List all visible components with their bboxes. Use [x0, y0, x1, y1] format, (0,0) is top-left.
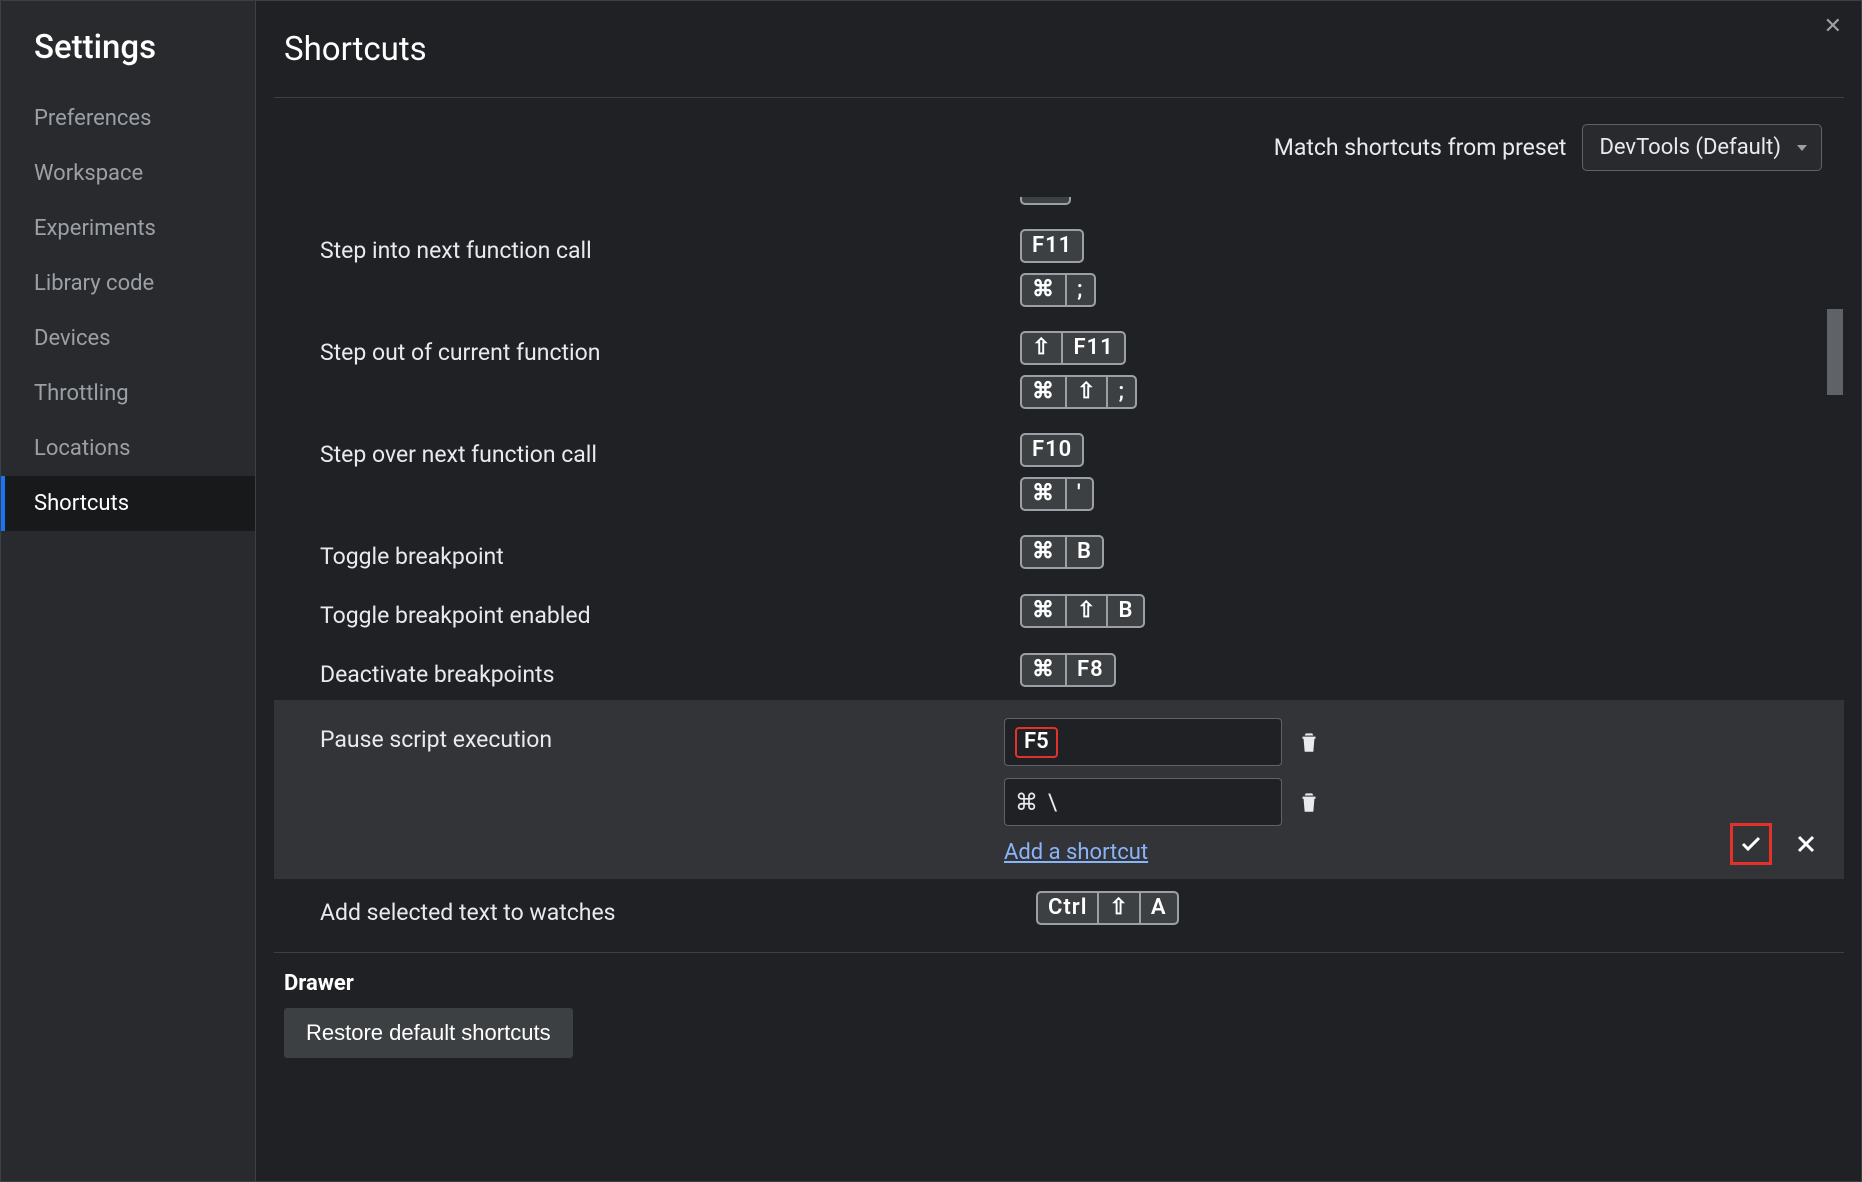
- key: Ctrl: [1036, 891, 1099, 925]
- key: F10: [1020, 433, 1084, 467]
- main-panel: ✕ Shortcuts Match shortcuts from preset …: [256, 0, 1862, 1182]
- check-icon: [1739, 832, 1763, 856]
- section-header: Drawer: [274, 952, 1844, 1004]
- shortcut-label: Step out of current function: [320, 331, 1020, 366]
- shortcut-row-editing: Pause script execution F5 ⌘ \: [274, 700, 1844, 879]
- key: ⌘: [1020, 375, 1067, 409]
- key: F9: [1020, 197, 1071, 205]
- shortcut-label: Toggle breakpoint enabled: [320, 594, 1020, 629]
- key: ⌘: [1020, 653, 1067, 687]
- confirm-button[interactable]: [1730, 823, 1772, 865]
- shortcut-label: Step into next function call: [320, 229, 1020, 264]
- key: F8: [1065, 653, 1116, 687]
- shortcut-label: Toggle breakpoint: [320, 535, 1020, 570]
- preset-row: Match shortcuts from preset DevTools (De…: [256, 98, 1862, 197]
- key: A: [1139, 891, 1179, 925]
- trash-icon[interactable]: [1296, 729, 1322, 755]
- shortcut-list: Step F9 Step into next function call F11…: [274, 197, 1844, 1182]
- key: ': [1065, 477, 1094, 511]
- cancel-button[interactable]: [1790, 828, 1822, 860]
- sidebar-title: Settings: [0, 28, 255, 91]
- key: ⌘: [1020, 594, 1067, 628]
- shortcut-label: Step over next function call: [320, 433, 1020, 468]
- shortcut-input[interactable]: ⌘ \: [1004, 778, 1282, 826]
- shortcut-label: Pause script execution: [320, 718, 1004, 753]
- scrollbar-thumb[interactable]: [1827, 309, 1843, 395]
- key: B: [1065, 535, 1104, 569]
- shortcut-row[interactable]: Step F9: [274, 197, 1844, 217]
- restore-defaults-button[interactable]: Restore default shortcuts: [284, 1008, 573, 1058]
- key-text: ⌘ \: [1015, 789, 1059, 816]
- key: ;: [1106, 375, 1137, 409]
- shortcut-row[interactable]: Step into next function call F11 ⌘;: [274, 217, 1844, 319]
- page-title: Shortcuts: [274, 0, 1844, 98]
- close-icon[interactable]: ✕: [1824, 16, 1842, 38]
- sidebar-item-workspace[interactable]: Workspace: [0, 146, 255, 201]
- shortcut-scroll: Step F9 Step into next function call F11…: [274, 197, 1844, 1182]
- shortcut-row[interactable]: Step out of current function ⇧F11 ⌘⇧;: [274, 319, 1844, 421]
- settings-sidebar: Settings Preferences Workspace Experimen…: [0, 0, 256, 1182]
- sidebar-item-library-code[interactable]: Library code: [0, 256, 255, 311]
- sidebar-item-throttling[interactable]: Throttling: [0, 366, 255, 421]
- trash-icon[interactable]: [1296, 789, 1322, 815]
- shortcut-row[interactable]: Deactivate breakpoints ⌘F8: [274, 641, 1844, 700]
- shortcut-label: Add selected text to watches: [320, 891, 1036, 926]
- sidebar-item-locations[interactable]: Locations: [0, 421, 255, 476]
- preset-label: Match shortcuts from preset: [1274, 134, 1567, 161]
- key: ⌘: [1020, 477, 1067, 511]
- shortcut-row[interactable]: Add selected text to watches Ctrl⇧A: [274, 879, 1844, 938]
- sidebar-item-shortcuts[interactable]: Shortcuts: [0, 476, 255, 531]
- scrollbar-track[interactable]: [1826, 197, 1844, 1182]
- add-shortcut-link[interactable]: Add a shortcut: [1004, 840, 1322, 865]
- key: F11: [1061, 331, 1125, 365]
- key: ⇧: [1020, 331, 1063, 365]
- key: F11: [1020, 229, 1084, 263]
- close-icon: [1794, 832, 1818, 856]
- shortcut-label: Deactivate breakpoints: [320, 653, 1020, 688]
- key: ;: [1065, 273, 1096, 307]
- preset-select[interactable]: DevTools (Default): [1582, 124, 1822, 171]
- key-tag: F5: [1015, 727, 1058, 758]
- preset-value: DevTools (Default): [1599, 135, 1781, 160]
- shortcut-input[interactable]: F5: [1004, 718, 1282, 766]
- key: ⇧: [1065, 375, 1108, 409]
- key: ⇧: [1097, 891, 1140, 925]
- key: ⌘: [1020, 535, 1067, 569]
- key: B: [1106, 594, 1145, 628]
- sidebar-item-experiments[interactable]: Experiments: [0, 201, 255, 256]
- sidebar-item-preferences[interactable]: Preferences: [0, 91, 255, 146]
- key: ⌘: [1020, 273, 1067, 307]
- shortcut-row[interactable]: Toggle breakpoint enabled ⌘⇧B: [274, 582, 1844, 641]
- sidebar-item-devices[interactable]: Devices: [0, 311, 255, 366]
- key: ⇧: [1065, 594, 1108, 628]
- shortcut-row[interactable]: Step over next function call F10 ⌘': [274, 421, 1844, 523]
- shortcut-row[interactable]: Toggle breakpoint ⌘B: [274, 523, 1844, 582]
